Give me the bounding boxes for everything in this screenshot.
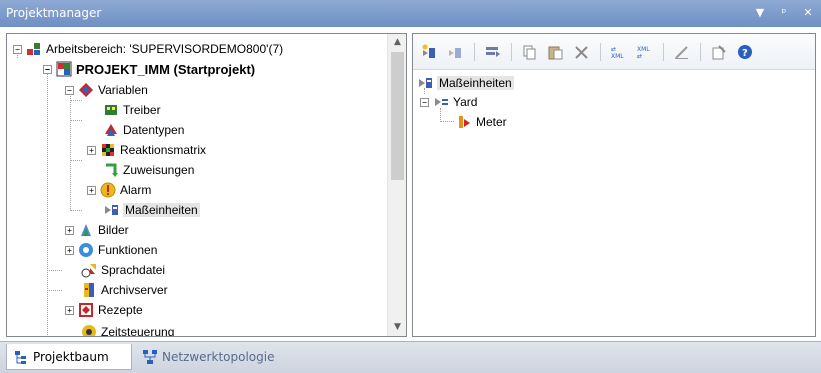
expand-icon[interactable]: +: [65, 225, 74, 235]
tree-item-workspace[interactable]: − Arbeitsbereich: 'SUPERVISORDEMO800'(7): [13, 39, 283, 59]
import-xml-icon[interactable]: XML ⇄: [634, 41, 656, 63]
units-tree: Maßeinheiten − Yard Meter: [413, 70, 815, 336]
expand-icon[interactable]: +: [87, 145, 96, 155]
expand-icon[interactable]: +: [65, 305, 74, 315]
project-tree-pane: − Arbeitsbereich: 'SUPERVISORDEMO800'(7)…: [6, 33, 407, 337]
bottom-tab-bar: Projektbaum Netzwerktopologie: [0, 341, 821, 373]
help-icon[interactable]: ?: [734, 41, 756, 63]
collapse-icon[interactable]: −: [13, 44, 22, 54]
paste-icon[interactable]: [545, 41, 567, 63]
network-icon: [142, 349, 158, 365]
functions-icon: [78, 242, 94, 258]
tree-scrollbar[interactable]: ▲ ▼: [387, 34, 406, 336]
tree-item-driver[interactable]: Treiber: [103, 100, 161, 120]
collapse-icon[interactable]: −: [43, 64, 52, 74]
variables-icon: [78, 82, 94, 98]
alarm-icon: [100, 182, 116, 198]
new-unit-icon[interactable]: [419, 41, 441, 63]
tree-item-scheduler[interactable]: Zeitsteuerung: [81, 322, 174, 336]
expand-icon[interactable]: +: [65, 245, 74, 255]
tree-item-recipes[interactable]: + Rezepte: [65, 300, 143, 320]
unit-item-yard[interactable]: − Yard: [420, 92, 477, 112]
screens-icon: [78, 222, 94, 238]
tree-item-units[interactable]: Maßeinheiten: [103, 200, 200, 220]
copy-icon[interactable]: [519, 41, 541, 63]
unit-item-meter[interactable]: Meter: [456, 112, 507, 132]
scroll-up-icon[interactable]: ▲: [388, 34, 406, 51]
svg-text:XML: XML: [611, 53, 624, 60]
export-xml-icon[interactable]: ⇄ XML: [608, 41, 630, 63]
collapse-icon[interactable]: −: [65, 85, 74, 95]
svg-text:⇄: ⇄: [637, 53, 642, 60]
tree-item-assignments[interactable]: Zuweisungen: [103, 160, 194, 180]
units-icon: [417, 75, 433, 91]
project-icon: [56, 61, 72, 77]
expand-icon[interactable]: +: [87, 185, 96, 195]
units-toolbar: ⇄ XML XML ⇄ ?: [413, 34, 815, 70]
units-icon: [103, 202, 119, 218]
units-pane: ⇄ XML XML ⇄ ? Maßeinheiten − Yard Meter: [412, 33, 816, 337]
collapse-icon[interactable]: −: [420, 97, 429, 107]
delete-icon[interactable]: [571, 41, 593, 63]
assignments-icon: [103, 162, 119, 178]
tree-icon: [13, 349, 29, 365]
edit-icon[interactable]: [671, 41, 693, 63]
datatypes-icon: [103, 122, 119, 138]
tab-projektbaum[interactable]: Projektbaum: [6, 344, 132, 370]
project-tree: − Arbeitsbereich: 'SUPERVISORDEMO800'(7)…: [7, 34, 387, 336]
tree-item-datatypes[interactable]: Datentypen: [103, 120, 184, 140]
tree-item-project[interactable]: − PROJEKT_IMM (Startprojekt): [43, 59, 255, 79]
properties-icon[interactable]: [708, 41, 730, 63]
recipes-icon: [78, 302, 94, 318]
tree-item-archive[interactable]: Archivserver: [81, 280, 168, 300]
tree-item-functions[interactable]: + Funktionen: [65, 240, 157, 260]
driver-icon: [103, 102, 119, 118]
pin-icon[interactable]: ᵖ: [777, 5, 791, 21]
tree-item-alarm[interactable]: + Alarm: [87, 180, 151, 200]
rename-icon[interactable]: [482, 41, 504, 63]
svg-text:⇄: ⇄: [611, 46, 616, 53]
svg-text:?: ?: [742, 48, 748, 59]
archive-icon: [81, 282, 97, 298]
dropdown-icon[interactable]: ▼: [753, 5, 767, 21]
tree-item-language[interactable]: Sprachdatei: [81, 260, 165, 280]
title-bar: Projektmanager ▼ ᵖ ✕: [0, 0, 821, 27]
workspace-icon: [26, 41, 42, 57]
scrollbar-thumb[interactable]: [391, 52, 404, 180]
tree-item-variables[interactable]: − Variablen: [65, 80, 148, 100]
svg-text:XML: XML: [637, 46, 650, 53]
scroll-down-icon[interactable]: ▼: [388, 319, 406, 336]
language-icon: [81, 262, 97, 278]
tree-item-reaction-matrix[interactable]: + Reaktionsmatrix: [87, 140, 206, 160]
new-conversion-icon[interactable]: [445, 41, 467, 63]
unit-base-icon: [433, 94, 449, 110]
reaction-matrix-icon: [100, 142, 116, 158]
units-root[interactable]: Maßeinheiten: [417, 73, 514, 93]
scheduler-icon: [81, 324, 97, 336]
conversion-icon: [456, 114, 472, 130]
window-title: Projektmanager: [6, 6, 102, 20]
tab-netzwerktopologie[interactable]: Netzwerktopologie: [136, 344, 296, 370]
close-icon[interactable]: ✕: [801, 5, 815, 21]
tree-item-screens[interactable]: + Bilder: [65, 220, 129, 240]
